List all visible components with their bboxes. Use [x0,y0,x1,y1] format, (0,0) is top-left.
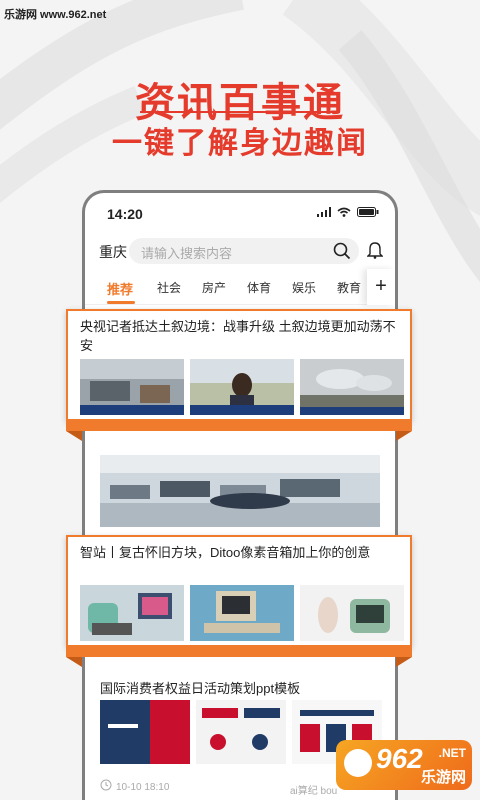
news-card-image[interactable] [100,455,380,527]
featured-news-2-title: 智站丨复古怀旧方块，Ditoo像素音箱加上你的创意 [80,545,371,560]
tab-recommend[interactable]: 推荐 [107,279,133,298]
logo-number: 962 [376,743,423,774]
ppt-thumb-2 [196,700,286,764]
featured-news-1-title: 央视记者抵达土叙边境：战事升级 土叙边境更加动荡不安 [80,319,396,353]
logo-site-name: 乐游网 [420,769,466,786]
ppt-thumb-1 [100,700,190,764]
featured-news-1[interactable]: 央视记者抵达土叙边境：战事升级 土叙边境更加动荡不安 [66,309,412,421]
street-scene-thumb [80,359,184,415]
add-tab-button[interactable]: + [367,269,395,305]
search-icon[interactable] [333,242,351,260]
phone-frame: 14:20 重庆 请输入搜索内容 推荐 社会 房产 体育 娱乐 教育 + 国际消… [82,190,398,800]
tab-sports[interactable]: 体育 [247,279,271,296]
search-placeholder: 请输入搜索内容 [141,246,233,261]
status-bar: 14:20 [85,193,395,233]
featured-1-ribbon [66,421,412,431]
featured-2-fold-right [396,657,412,667]
tab-education[interactable]: 教育 [337,279,361,296]
featured-news-2-thumbs [80,585,404,641]
clock-icon [100,779,112,791]
tab-society[interactable]: 社会 [157,279,181,296]
search-input[interactable]: 请输入搜索内容 [129,238,359,264]
news-time: 10-10 18:10 [116,782,170,793]
smoke-field-thumb [300,359,404,415]
city-selector[interactable]: 重庆 [99,242,127,262]
bell-icon[interactable] [367,241,383,259]
featured-1-fold-right [396,431,412,441]
pixel-device-thumb [300,585,404,641]
tab-realestate[interactable]: 房产 [202,279,226,296]
promo-title-underline [140,111,340,113]
office-image [100,455,380,527]
featured-2-fold-left [66,657,82,667]
search-row: 重庆 请输入搜索内容 [85,233,395,269]
game-logo-icon [344,749,372,777]
featured-2-ribbon [66,647,412,657]
featured-1-fold-left [66,431,82,441]
logo-net: .NET [438,746,466,760]
status-time: 14:20 [107,206,143,222]
reporter-thumb [190,359,294,415]
battery-icon [357,207,379,217]
tab-entertainment[interactable]: 娱乐 [292,279,316,296]
retro-computer-thumb [190,585,294,641]
site-watermark: 乐游网 www.962.net [4,9,107,21]
active-tab-indicator [107,301,135,304]
signal-icon [317,207,331,217]
status-icons [317,207,379,217]
pixel-speaker-thumb [80,585,184,641]
news-source: ai算纪 bou [290,786,338,797]
category-tabs: 推荐 社会 房产 体育 娱乐 教育 + [85,269,395,305]
news-title: 国际消费者权益日活动策划ppt模板 [100,681,301,696]
featured-news-1-thumbs [80,359,404,415]
962-logo-badge: 962 .NET 乐游网 [336,740,472,790]
wifi-icon [337,207,351,217]
featured-news-2[interactable]: 智站丨复古怀旧方块，Ditoo像素音箱加上你的创意 [66,535,412,647]
promo-subtitle: 一键了解身边趣闻 [112,127,368,160]
